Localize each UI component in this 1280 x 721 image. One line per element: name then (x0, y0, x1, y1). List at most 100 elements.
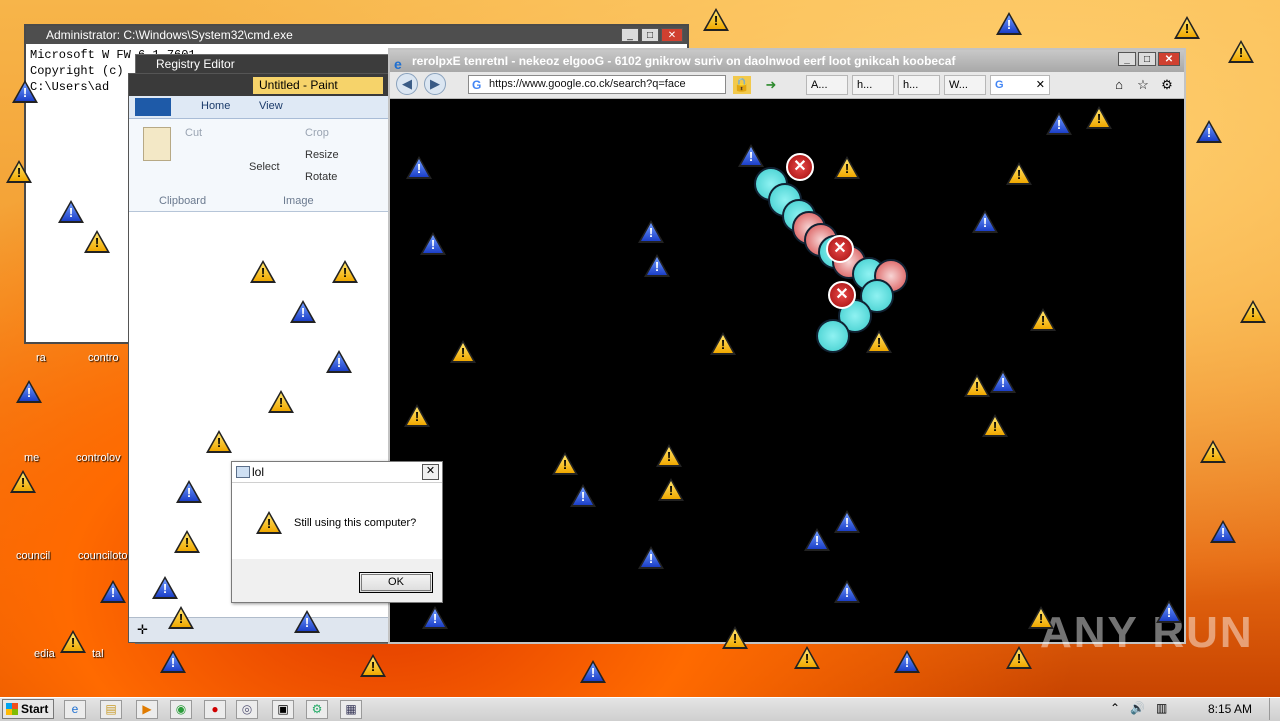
desktop-icon-label[interactable]: ra (36, 352, 46, 364)
warning-icon (1030, 308, 1056, 331)
media-player-taskbar-icon[interactable]: ▶ (136, 700, 158, 719)
dialog-title: lol (252, 465, 265, 479)
select-button[interactable]: Select (249, 161, 280, 173)
app-taskbar-icon[interactable]: ◎ (236, 700, 258, 719)
rotate-button[interactable]: Rotate (305, 171, 337, 183)
google-icon: G (995, 79, 1004, 91)
desktop-icon-label[interactable]: council (16, 550, 50, 562)
browser-titlebar[interactable]: e rerolpxE tenretnI - nekeoz elgooG - 61… (390, 50, 1184, 72)
info-icon (100, 580, 126, 603)
crop-button[interactable]: Crop (305, 127, 329, 139)
info-icon (638, 220, 664, 243)
cmd-title: Administrator: C:\Windows\System32\cmd.e… (46, 28, 293, 42)
warning-icon (1240, 300, 1266, 323)
info-icon (12, 80, 38, 103)
browser-window[interactable]: e rerolpxE tenretnI - nekeoz elgooG - 61… (388, 48, 1186, 644)
warning-icon (332, 260, 358, 283)
show-desktop-button[interactable] (1269, 698, 1280, 720)
desktop-icon-label[interactable]: me (24, 452, 39, 464)
error-icon: ✕ (786, 153, 814, 181)
info-icon (1210, 520, 1236, 543)
resize-button[interactable]: Resize (305, 149, 339, 161)
address-text: https://www.google.co.ck/search?q=face (489, 78, 686, 90)
browser-title: rerolpxE tenretnI - nekeoz elgooG - 6102… (412, 54, 956, 68)
desktop-icon-label[interactable]: tal (92, 648, 104, 660)
dialog-titlebar[interactable]: lol ✕ (232, 462, 442, 483)
ie-taskbar-icon[interactable]: e (64, 700, 86, 719)
warning-icon (84, 230, 110, 253)
network-icon[interactable]: ▥ (1156, 701, 1167, 715)
close-tab-icon[interactable]: ✕ (1036, 76, 1045, 94)
crosshair-icon: ✛ (137, 622, 148, 637)
maximize-button[interactable]: □ (1138, 52, 1156, 66)
paint-taskbar-icon[interactable]: ▦ (340, 700, 362, 719)
warning-icon (10, 470, 36, 493)
explorer-taskbar-icon[interactable]: ▤ (100, 700, 122, 719)
cmd-taskbar-icon[interactable]: ▣ (272, 700, 294, 719)
browser-tab[interactable]: h... (852, 75, 894, 95)
warning-icon (1086, 106, 1112, 129)
taskbar: Start e ▤ ▶ ◉ ● ◎ ▣ ⚙ ▦ ⌃ 🔊 ▥ 8:15 AM (0, 697, 1280, 721)
browser-tab-active[interactable]: G ✕ (990, 75, 1050, 95)
browser-tab[interactable]: A... (806, 75, 848, 95)
warning-icon (1228, 40, 1254, 63)
close-button[interactable]: ✕ (422, 464, 439, 480)
paint-titlebar[interactable]: Untitled - Paint (129, 74, 389, 96)
warning-icon (206, 430, 232, 453)
start-button[interactable]: Start (2, 699, 54, 719)
lock-icon[interactable]: 🔒 (733, 76, 751, 94)
desktop-icon-label[interactable]: contro (88, 352, 119, 364)
warning-icon (794, 646, 820, 669)
paste-icon[interactable] (143, 127, 171, 161)
go-icon[interactable]: ➜ (762, 76, 780, 94)
volume-icon[interactable]: 🔊 (1130, 701, 1145, 715)
cut-button[interactable]: Cut (185, 127, 202, 139)
info-icon (58, 200, 84, 223)
forward-button[interactable]: ▶ (424, 73, 446, 95)
browser-page[interactable]: ✕ ✕ ✕ (390, 99, 1184, 642)
warning-icon (964, 374, 990, 397)
file-menu-button[interactable] (135, 98, 171, 116)
tab-home[interactable]: Home (201, 100, 230, 112)
browser-tab[interactable]: h... (898, 75, 940, 95)
minimize-button[interactable]: _ (1118, 52, 1136, 66)
home-icon[interactable]: ⌂ (1110, 76, 1128, 94)
info-icon (290, 300, 316, 323)
settings-gear-icon[interactable]: ⚙ (1158, 76, 1176, 94)
maximize-button[interactable]: □ (641, 28, 659, 42)
cmd-titlebar[interactable]: Administrator: C:\Windows\System32\cmd.e… (26, 26, 687, 44)
browser-tab[interactable]: W... (944, 75, 986, 95)
show-hidden-icons-icon[interactable]: ⌃ (1110, 701, 1120, 715)
warning-icon (658, 478, 684, 501)
desktop-icon-label[interactable]: counciloto (78, 550, 128, 562)
google-icon: G (472, 78, 482, 92)
info-icon (644, 254, 670, 277)
tab-view[interactable]: View (259, 100, 283, 112)
opera-taskbar-icon[interactable]: ● (204, 700, 226, 719)
favorites-star-icon[interactable]: ☆ (1134, 76, 1152, 94)
address-bar[interactable]: G https://www.google.co.ck/search?q=face (468, 75, 726, 94)
info-icon (406, 156, 432, 179)
info-icon (160, 650, 186, 673)
taskbar-clock[interactable]: 8:15 AM (1208, 702, 1252, 716)
warning-icon (982, 414, 1008, 437)
back-button[interactable]: ◀ (396, 73, 418, 95)
ok-button[interactable]: OK (359, 572, 433, 593)
window-icon (236, 466, 250, 478)
warning-icon (1006, 646, 1032, 669)
info-icon (1046, 112, 1072, 135)
registry-taskbar-icon[interactable]: ⚙ (306, 700, 328, 719)
registry-titlebar[interactable]: Registry Editor (136, 55, 399, 73)
close-button[interactable]: ✕ (661, 28, 683, 42)
chrome-taskbar-icon[interactable]: ◉ (170, 700, 192, 719)
info-icon (894, 650, 920, 673)
minimize-button[interactable]: _ (621, 28, 639, 42)
desktop-icon-label[interactable]: controlov (76, 452, 121, 464)
warning-icon (1028, 606, 1054, 629)
info-icon (972, 210, 998, 233)
desktop-icon-label[interactable]: edia (34, 648, 55, 660)
warning-icon (722, 626, 748, 649)
close-button[interactable]: ✕ (1158, 52, 1180, 66)
message-dialog[interactable]: lol ✕ Still using this computer? OK (231, 461, 443, 603)
info-icon (738, 144, 764, 167)
